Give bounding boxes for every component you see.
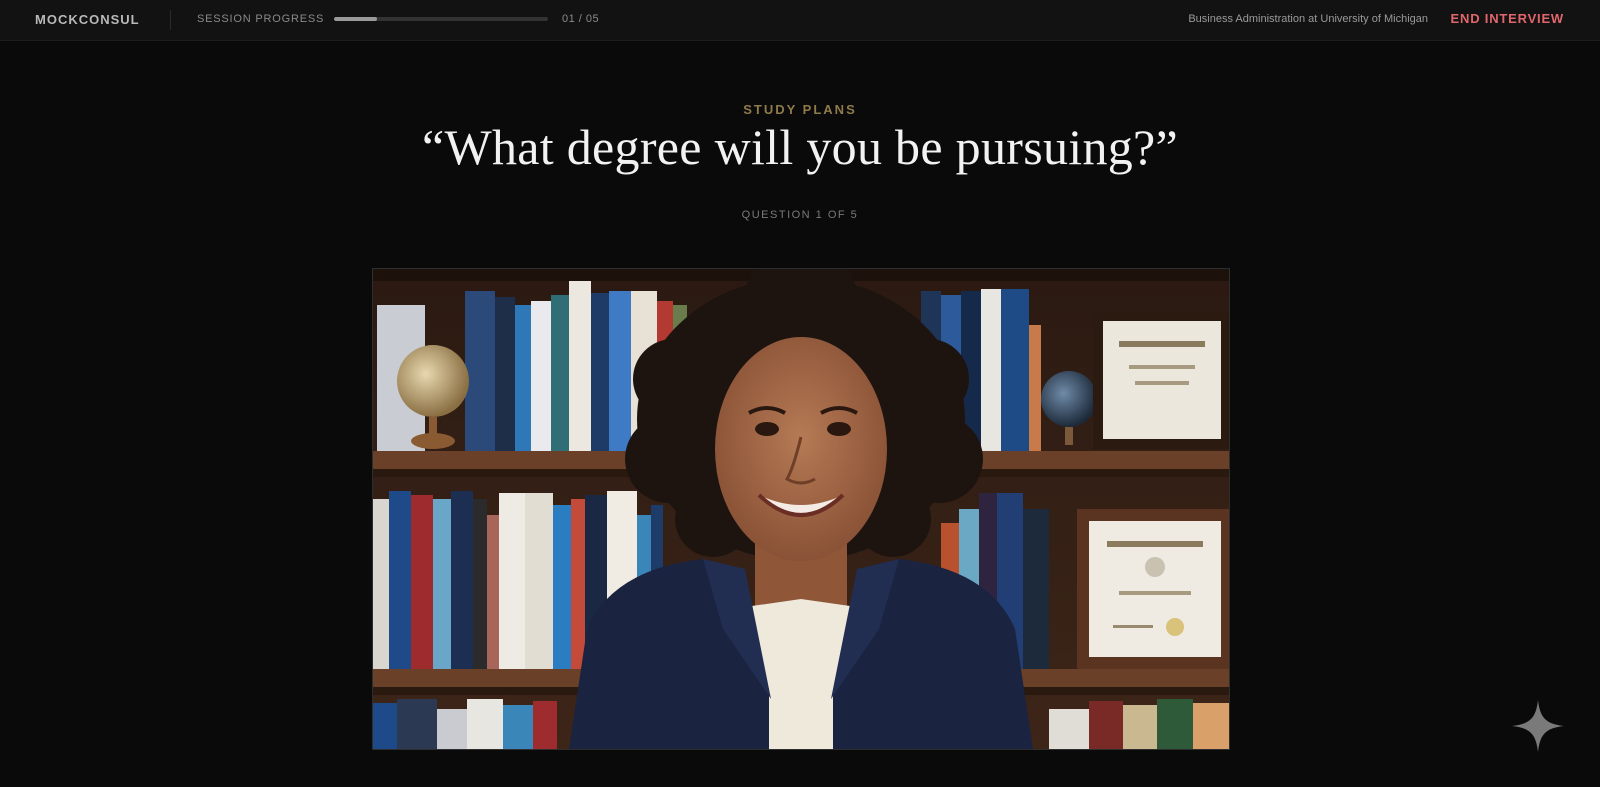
question-text: “What degree will you be pursuing?”: [421, 119, 1179, 175]
top-bar: MOCKCONSUL SESSION PROGRESS 01 / 05 Busi…: [0, 0, 1600, 41]
session-progress-bar: [334, 17, 548, 21]
question-category: STUDY PLANS: [743, 102, 857, 117]
program-name: Business Administration at University of…: [1188, 13, 1428, 25]
question-counter: QUESTION 1 OF 5: [741, 209, 859, 221]
brand-logo[interactable]: MOCKCONSUL: [35, 12, 140, 27]
interviewer-video: [372, 268, 1230, 750]
interviewer-video-image: [373, 269, 1229, 749]
topbar-divider: [170, 10, 171, 30]
session-progress-count: 01 / 05: [562, 13, 600, 25]
session-progress-label: SESSION PROGRESS: [197, 13, 325, 25]
session-progress-fill: [334, 17, 377, 21]
interview-screen: MOCKCONSUL SESSION PROGRESS 01 / 05 Busi…: [0, 0, 1600, 787]
end-interview-button[interactable]: END INTERVIEW: [1451, 11, 1564, 26]
sparkle-icon: [1512, 700, 1564, 752]
